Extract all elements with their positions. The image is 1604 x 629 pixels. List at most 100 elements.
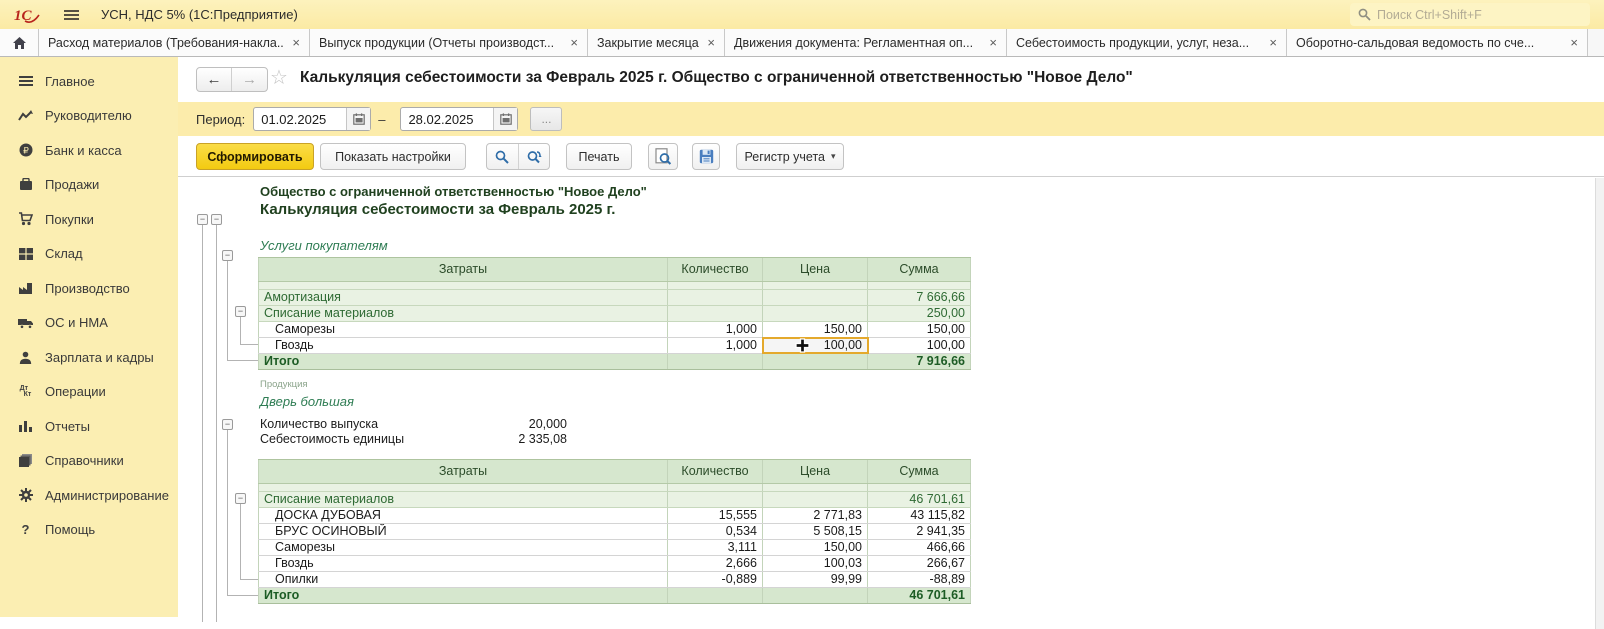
column-header[interactable]: Сумма [868, 460, 971, 483]
table-row[interactable]: Гвоздь 1,000 100,00 100,00 [258, 338, 971, 354]
close-icon[interactable]: × [707, 35, 715, 50]
person-icon [17, 351, 34, 364]
column-header[interactable]: Цена [763, 258, 868, 281]
forward-button[interactable]: → [232, 68, 267, 91]
tree-line [202, 225, 203, 622]
back-icon: ← [207, 71, 222, 88]
period-to-field[interactable]: 28.02.2025 [400, 107, 518, 131]
back-button[interactable]: ← [197, 68, 232, 91]
sidebar-item-os-i-nma[interactable]: ОС и НМА [0, 306, 178, 341]
section-group-label: Услуги покупателям [260, 238, 388, 253]
books-icon [17, 454, 34, 467]
collapse-group-button[interactable]: − [222, 250, 233, 261]
tab-rashod-materialov[interactable]: Расход материалов (Требования-накла... × [39, 29, 310, 56]
table-row[interactable]: Списание материалов 46 701,61 [258, 492, 971, 508]
tab-oborotno-saldovaya[interactable]: Оборотно-сальдовая ведомость по сче... × [1287, 29, 1588, 56]
close-icon[interactable]: × [1269, 35, 1277, 50]
sidebar-item-administrirovanie[interactable]: Администрирование [0, 478, 178, 513]
selected-cell[interactable]: 100,00 [763, 338, 868, 353]
table-row[interactable]: Списание материалов 250,00 [258, 306, 971, 322]
tab-vypusk-produkcii[interactable]: Выпуск продукции (Отчеты производст... × [310, 29, 588, 56]
generate-button[interactable]: Сформировать [196, 143, 314, 170]
sidebar-item-zarplata-i-kadry[interactable]: Зарплата и кадры [0, 340, 178, 375]
close-icon[interactable]: × [570, 35, 578, 50]
search-buttons-group [486, 143, 550, 170]
tree-line [240, 344, 258, 345]
truck-icon [17, 317, 34, 329]
tab-zakrytie-mesyaca[interactable]: Закрытие месяца × [588, 29, 725, 56]
sidebar-item-pomosch[interactable]: ? Помощь [0, 513, 178, 548]
tree-line [240, 579, 258, 580]
close-icon[interactable]: × [292, 35, 300, 50]
tab-dvizheniya-dokumenta[interactable]: Движения документа: Регламентная оп... × [725, 29, 1007, 56]
print-button[interactable]: Печать [566, 143, 632, 170]
calendar-icon[interactable] [493, 108, 517, 130]
sidebar-item-glavnoe[interactable]: Главное [0, 64, 178, 99]
register-dropdown-button[interactable]: Регистр учета ▾ [736, 143, 844, 170]
tree-line [240, 317, 241, 344]
stat-label: Количество выпуска [260, 417, 378, 431]
global-search-input[interactable]: Поиск Ctrl+Shift+F [1350, 3, 1590, 26]
print-preview-button[interactable] [648, 143, 678, 170]
cart-icon [17, 212, 34, 226]
table-row[interactable]: Амортизация 7 666,66 [258, 290, 971, 306]
gear-icon [17, 488, 34, 502]
search-refresh-icon [526, 150, 542, 164]
table-header-row: Затраты Количество Цена Сумма [258, 258, 971, 282]
factory-icon [17, 282, 34, 295]
collapse-group-button[interactable]: − [222, 419, 233, 430]
sidebar-item-pokupki[interactable]: Покупки [0, 202, 178, 237]
collapse-group-button[interactable]: − [235, 493, 246, 504]
close-icon[interactable]: × [989, 35, 997, 50]
cost-table-production: Затраты Количество Цена Сумма Списание м… [258, 459, 971, 604]
column-header[interactable]: Количество [668, 258, 763, 281]
sidebar-item-bank-i-kassa[interactable]: ₽ Банк и касса [0, 133, 178, 168]
table-row[interactable]: Саморезы 1,000 150,00 150,00 [258, 322, 971, 338]
sidebar-item-prodazhi[interactable]: Продажи [0, 168, 178, 203]
sidebar-item-sklad[interactable]: Склад [0, 237, 178, 272]
question-icon: ? [17, 522, 34, 537]
column-header[interactable]: Затраты [258, 258, 668, 281]
save-button[interactable] [692, 143, 720, 170]
collapse-group-button[interactable]: − [197, 214, 208, 225]
warehouse-icon [17, 248, 34, 260]
vertical-scrollbar[interactable] [1595, 178, 1604, 629]
find-button[interactable] [487, 144, 519, 169]
column-header[interactable]: Сумма [868, 258, 971, 281]
table-row[interactable]: Гвоздь 2,666 100,03 266,67 [258, 556, 971, 572]
home-tab[interactable] [0, 29, 39, 56]
find-next-button[interactable] [519, 144, 550, 169]
sidebar-item-rukovoditelyu[interactable]: Руководителю [0, 99, 178, 134]
svg-text:₽: ₽ [23, 146, 29, 156]
period-from-field[interactable]: 01.02.2025 [253, 107, 371, 131]
total-row[interactable]: Итого 46 701,61 [258, 588, 971, 604]
period-dash: – [378, 112, 385, 127]
column-header[interactable]: Затраты [258, 460, 668, 483]
sidebar-item-spravochniki[interactable]: Справочники [0, 444, 178, 479]
collapse-group-button[interactable]: − [211, 214, 222, 225]
period-more-button[interactable]: ... [530, 107, 562, 131]
favorite-star-icon[interactable]: ☆ [270, 65, 288, 90]
sidebar-item-operacii[interactable]: ДтКт Операции [0, 375, 178, 410]
floppy-disk-icon [699, 149, 714, 164]
show-settings-button[interactable]: Показать настройки [320, 143, 466, 170]
collapse-group-button[interactable]: − [235, 306, 246, 317]
column-header[interactable]: Цена [763, 460, 868, 483]
main-menu-icon[interactable] [64, 8, 79, 22]
spacer-row [258, 282, 971, 290]
table-header-row: Затраты Количество Цена Сумма [258, 460, 971, 484]
sidebar-item-proizvodstvo[interactable]: Производство [0, 271, 178, 306]
column-header[interactable]: Количество [668, 460, 763, 483]
table-row[interactable]: Опилки -0,889 99,99 -88,89 [258, 572, 971, 588]
close-icon[interactable]: × [1570, 35, 1578, 50]
search-icon [1358, 8, 1371, 21]
table-row[interactable]: Саморезы 3,111 150,00 466,66 [258, 540, 971, 556]
tab-sebestoimost[interactable]: Себестоимость продукции, услуг, неза... … [1007, 29, 1287, 56]
page-title: Калькуляция себестоимости за Февраль 202… [300, 69, 1133, 87]
sidebar-item-otchety[interactable]: Отчеты [0, 409, 178, 444]
table-row[interactable]: ДОСКА ДУБОВАЯ 15,555 2 771,83 43 115,82 [258, 508, 971, 524]
report-title: Калькуляция себестоимости за Февраль 202… [260, 201, 615, 218]
table-row[interactable]: БРУС ОСИНОВЫЙ 0,534 5 508,15 2 941,35 [258, 524, 971, 540]
total-row[interactable]: Итого 7 916,66 [258, 354, 971, 370]
calendar-icon[interactable] [346, 108, 370, 130]
